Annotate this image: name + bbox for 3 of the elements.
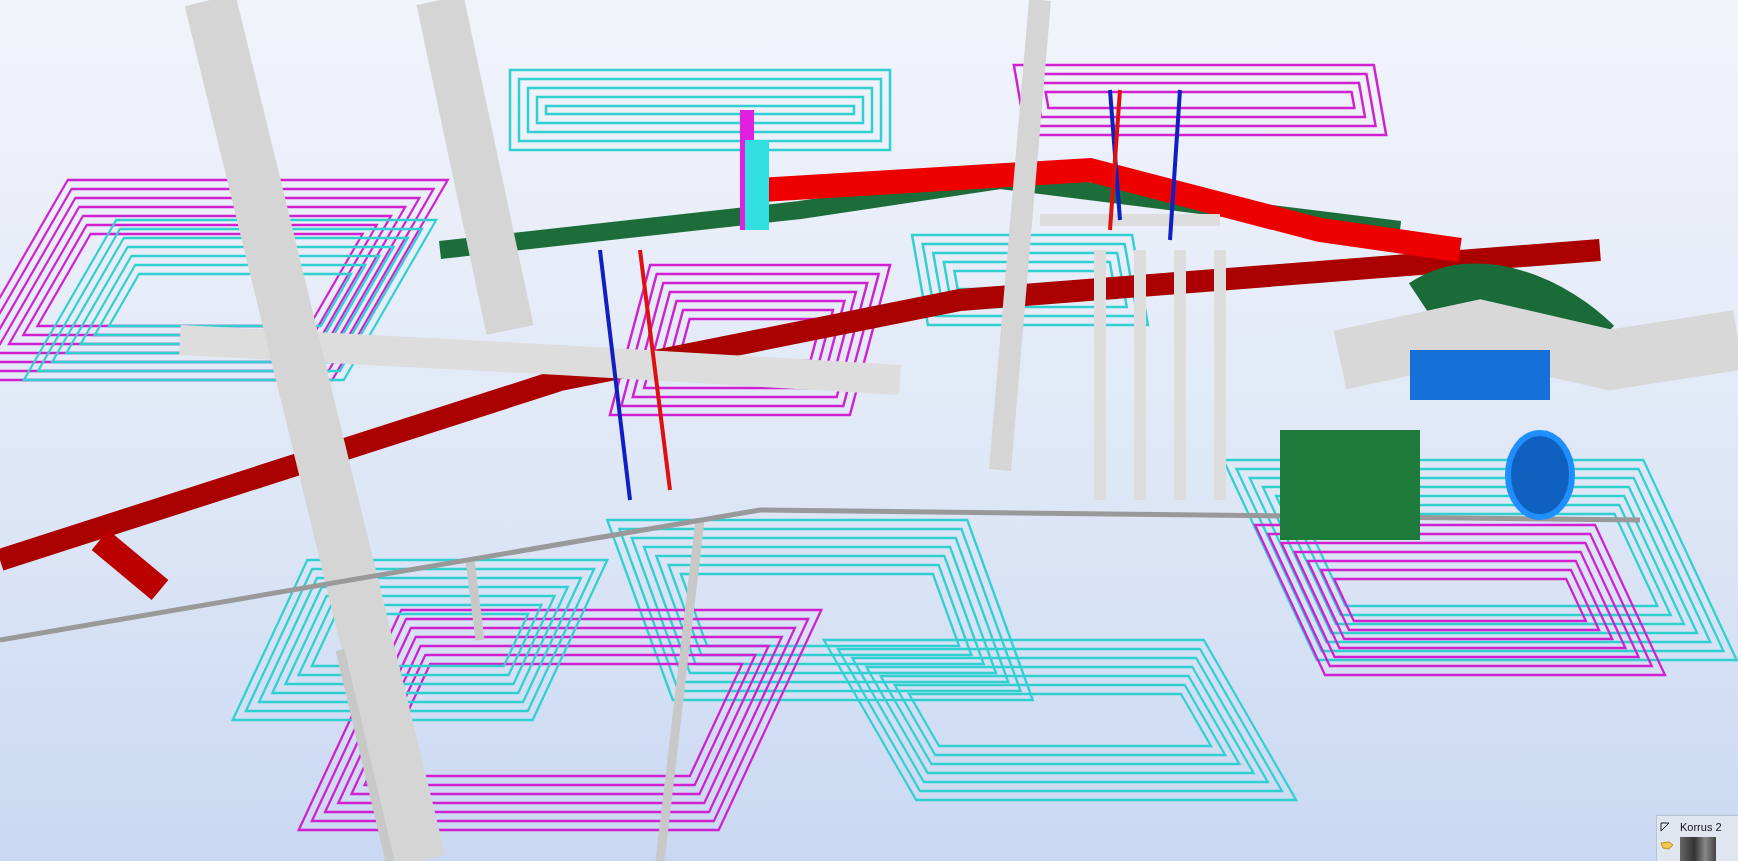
corner-triangle-icon[interactable] [1660, 822, 1670, 832]
storey-label: Korrus 2 [1680, 821, 1723, 833]
thumbnail-image[interactable] [1680, 837, 1716, 861]
